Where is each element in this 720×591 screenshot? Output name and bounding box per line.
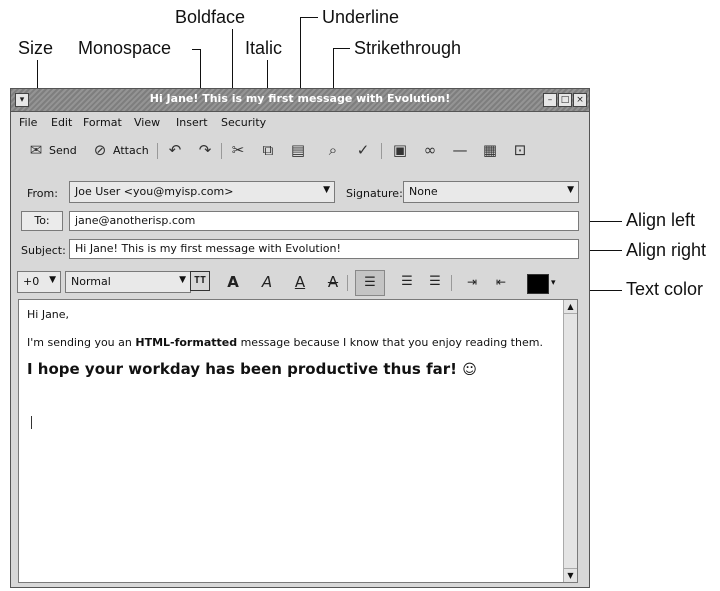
send-icon: ✉ [29,141,43,159]
main-toolbar: ✉ Send ⊘ Attach ↶ ↷ ✂ ⧉ ▤ ⌕ ✓ ▣ ∞ — ▦ ⊡ [11,133,589,167]
scroll-down-icon[interactable]: ▼ [564,568,577,582]
copy-icon[interactable]: ⧉ [259,141,277,159]
callout-boldface: Boldface [175,7,246,27]
chevron-down-icon: ▼ [323,185,330,195]
body-text-before: I'm sending you an [27,336,136,349]
body-text-after: message because I know that you enjoy re… [237,336,543,349]
font-size-value: +0 [23,275,40,288]
subject-label: Subject: [21,244,66,257]
send-button[interactable]: ✉ Send [27,141,77,159]
chevron-down-icon: ▼ [49,275,56,285]
toolbar-separator [451,275,452,291]
callout-size: Size [18,38,54,58]
vertical-scrollbar[interactable]: ▲ ▼ [563,300,577,582]
callout-strikethrough: Strikethrough [354,38,462,58]
italic-button[interactable]: A [257,272,277,292]
callout-line-strikethrough-h [333,48,350,49]
greeting-text: Hi Jane, [27,308,70,321]
link-icon[interactable]: ∞ [421,141,439,159]
text-color-button[interactable] [527,274,549,294]
text-color-swatch [528,275,548,293]
toolbar-separator [157,143,158,159]
strikethrough-button[interactable]: A [323,272,343,292]
attach-button[interactable]: ⊘ Attach [91,141,149,159]
align-right-button[interactable]: ☰ [425,272,445,292]
find-icon[interactable]: ⌕ [324,141,342,159]
to-field[interactable]: jane@anotherisp.com [69,211,579,231]
paste-icon[interactable]: ▤ [289,141,307,159]
menu-insert[interactable]: Insert [176,116,208,129]
headline-paragraph: I hope your workday has been productive … [27,360,477,378]
redo-icon[interactable]: ↷ [196,141,214,159]
align-center-button[interactable]: ☰ [397,272,417,292]
subject-field[interactable]: Hi Jane! This is my first message with E… [69,239,579,259]
undo-icon[interactable]: ↶ [166,141,184,159]
bold-button[interactable]: A [223,272,243,292]
font-size-select[interactable]: +0 ▼ [17,271,61,293]
window-title: Hi Jane! This is my first message with E… [149,92,451,105]
indent-icon[interactable]: ⇥ [462,272,482,292]
compose-window: ▾ Hi Jane! This is my first message with… [10,88,590,588]
callout-underline: Underline [322,7,400,27]
menu-security[interactable]: Security [221,116,266,129]
minimize-button[interactable]: – [543,93,557,107]
callout-line-underline-h [300,17,318,18]
toolbar-separator [347,275,348,291]
callout-italic: Italic [245,38,283,58]
toolbar-separator [221,143,222,159]
horizontal-rule-icon[interactable]: — [451,141,469,159]
body-text-bold: HTML-formatted [135,336,238,349]
paperclip-icon: ⊘ [93,141,107,159]
menu-bar: File Edit Format View Insert Security [11,112,589,132]
paragraph-style-value: Normal [71,275,111,288]
close-button[interactable]: × [573,93,587,107]
callout-monospace: Monospace [78,38,172,58]
chevron-down-icon[interactable]: ▾ [551,278,556,288]
headline-text: I hope your workday has been productive … [27,360,457,378]
paragraph-style-select[interactable]: Normal ▼ [65,271,191,293]
table-icon[interactable]: ▦ [481,141,499,159]
monospace-button[interactable]: TT [190,271,210,291]
body-paragraph: I'm sending you an HTML-formatted messag… [27,336,543,349]
toolbar-separator [381,143,382,159]
menu-view[interactable]: View [134,116,160,129]
spellcheck-icon[interactable]: ✓ [354,141,372,159]
callout-align-right: Align right [626,240,707,260]
title-bar[interactable]: ▾ Hi Jane! This is my first message with… [11,89,589,112]
underline-button[interactable]: A [290,272,310,292]
message-editor[interactable]: Hi Jane, I'm sending you an HTML-formatt… [18,299,578,583]
menu-format[interactable]: Format [83,116,122,129]
cut-icon[interactable]: ✂ [229,141,247,159]
align-left-button[interactable]: ☰ [355,270,385,296]
image-icon[interactable]: ▣ [391,141,409,159]
callout-align-left: Align left [626,210,696,230]
signature-select[interactable]: None ▼ [403,181,579,203]
chevron-down-icon: ▼ [567,185,574,195]
smiley-icon: ☺ [462,362,477,378]
menu-edit[interactable]: Edit [51,116,72,129]
menu-file[interactable]: File [19,116,37,129]
chevron-down-icon: ▼ [179,275,186,285]
from-select[interactable]: Joe User <you@myisp.com> ▼ [69,181,335,203]
attach-label: Attach [113,143,149,157]
signature-value: None [409,185,438,198]
maximize-button[interactable]: □ [558,93,572,107]
signature-label: Signature: [346,187,403,200]
object-icon[interactable]: ⊡ [511,141,529,159]
scroll-up-icon[interactable]: ▲ [564,300,577,314]
to-button[interactable]: To: [21,211,63,231]
callout-text-color: Text color [626,279,704,299]
text-cursor [31,416,32,429]
from-label: From: [27,187,58,200]
send-label: Send [49,143,77,157]
from-value: Joe User <you@myisp.com> [75,185,234,198]
outdent-icon[interactable]: ⇤ [491,272,511,292]
